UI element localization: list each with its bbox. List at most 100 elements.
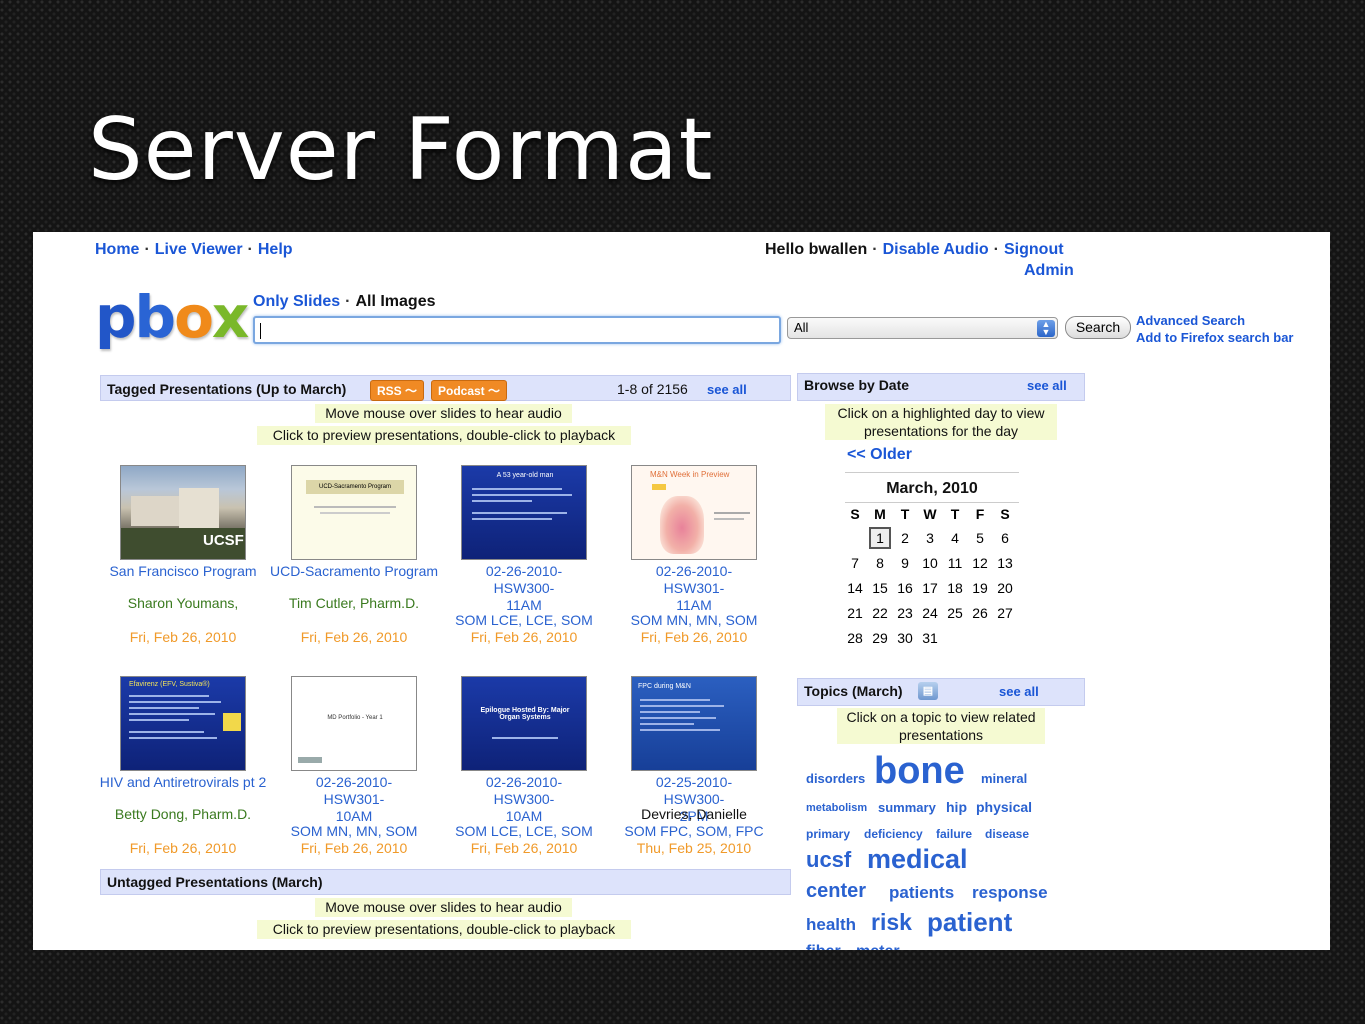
- calendar-day[interactable]: 10: [919, 555, 941, 571]
- topic-tag[interactable]: medical: [867, 844, 968, 875]
- topic-tag[interactable]: fiber: [806, 943, 841, 950]
- only-slides-link[interactable]: Only Slides: [253, 293, 340, 310]
- topic-tag[interactable]: summary: [878, 800, 936, 815]
- item-title[interactable]: San Francisco Program: [98, 563, 268, 580]
- advanced-search-link[interactable]: Advanced Search: [1136, 313, 1245, 328]
- thumbnail-hiv-antiretrovirals[interactable]: Efavirenz (EFV, Sustiva®): [120, 676, 246, 771]
- topic-tag[interactable]: metabolism: [806, 802, 867, 814]
- thumbnail-hsw300-2pm[interactable]: FPC during M&N: [631, 676, 757, 771]
- topic-tag[interactable]: response: [972, 883, 1048, 903]
- calendar-day[interactable]: 13: [994, 555, 1016, 571]
- search-button[interactable]: Search: [1065, 316, 1131, 339]
- calendar-day[interactable]: 26: [969, 605, 991, 621]
- calendar-day[interactable]: 11: [944, 555, 966, 571]
- item-tags[interactable]: SOM MN, MN, SOM: [269, 823, 439, 840]
- item-title[interactable]: UCD-Sacramento Program: [269, 563, 439, 580]
- thumb-line: [472, 518, 552, 520]
- topics-header: Topics (March) ▤ see all: [797, 678, 1085, 706]
- topic-tag[interactable]: risk: [871, 909, 912, 936]
- calendar-day[interactable]: 6: [994, 530, 1016, 546]
- thumbnail-san-francisco[interactable]: UCSF: [120, 465, 246, 560]
- calendar-day[interactable]: 9: [894, 555, 916, 571]
- topic-tag[interactable]: physical: [976, 799, 1032, 815]
- item-title[interactable]: 02-26-2010-HSW301-10AM: [269, 774, 439, 825]
- calendar-day[interactable]: 22: [869, 605, 891, 621]
- topic-tag[interactable]: deficiency: [864, 827, 923, 841]
- thumb-text: UCD-Sacramento Program: [306, 480, 404, 494]
- topic-tag[interactable]: primary: [806, 827, 850, 841]
- calendar-day[interactable]: 15: [869, 580, 891, 596]
- item-title[interactable]: 02-26-2010-HSW301-11AM: [609, 563, 779, 614]
- calendar-day[interactable]: 25: [944, 605, 966, 621]
- add-to-firefox-link[interactable]: Add to Firefox search bar: [1136, 330, 1293, 345]
- calendar-day[interactable]: 8: [869, 555, 891, 571]
- topic-tag[interactable]: hip: [946, 799, 967, 815]
- topic-tag[interactable]: disease: [985, 827, 1029, 841]
- calendar-day[interactable]: 29: [869, 630, 891, 646]
- podcast-badge[interactable]: Podcast 〜: [431, 380, 508, 401]
- thumbnail-hsw300-10am[interactable]: Epilogue Hosted By: Major Organ Systems: [461, 676, 587, 771]
- calendar-day[interactable]: 7: [844, 555, 866, 571]
- search-scope-select[interactable]: All ▲ ▼: [787, 317, 1058, 339]
- nav-live-viewer-link[interactable]: Live Viewer: [155, 241, 243, 258]
- topic-tag[interactable]: patients: [889, 883, 954, 903]
- item-tags[interactable]: SOM LCE, LCE, SOM: [439, 823, 609, 840]
- nav-help-link[interactable]: Help: [258, 241, 293, 258]
- topic-tag[interactable]: disorders: [806, 771, 865, 786]
- pbox-logo[interactable]: pbox: [95, 288, 249, 346]
- topic-tag[interactable]: mineral: [981, 771, 1027, 786]
- topic-tag[interactable]: ucsf: [806, 847, 851, 873]
- admin-link[interactable]: Admin: [1024, 262, 1074, 279]
- topics-see-all-link[interactable]: see all: [999, 684, 1039, 699]
- calendar-day[interactable]: 18: [944, 580, 966, 596]
- calendar-day[interactable]: 27: [994, 605, 1016, 621]
- calendar-day[interactable]: 28: [844, 630, 866, 646]
- top-nav: Home · Live Viewer · Help: [95, 241, 293, 259]
- calendar-day[interactable]: 30: [894, 630, 916, 646]
- calendar-day[interactable]: 20: [994, 580, 1016, 596]
- thumbnail-hsw301-11am[interactable]: M&N Week in Preview: [631, 465, 757, 560]
- topic-tag[interactable]: bone: [874, 750, 965, 793]
- calendar-day[interactable]: 5: [969, 530, 991, 546]
- calendar-day[interactable]: 12: [969, 555, 991, 571]
- logo-letter-x: x: [211, 283, 249, 351]
- item-title[interactable]: 02-26-2010-HSW300-10AM: [439, 774, 609, 825]
- topic-tag[interactable]: failure: [936, 827, 972, 841]
- calendar-day[interactable]: 2: [894, 530, 916, 546]
- topic-tag[interactable]: health: [806, 915, 856, 935]
- disable-audio-link[interactable]: Disable Audio: [883, 241, 989, 258]
- item-title[interactable]: HIV and Antiretrovirals pt 2: [98, 774, 268, 791]
- calendar-day-today[interactable]: 1: [869, 527, 891, 549]
- calendar-day[interactable]: 4: [944, 530, 966, 546]
- item-tags[interactable]: SOM MN, MN, SOM: [609, 612, 779, 629]
- rss-badge[interactable]: RSS 〜: [370, 380, 425, 401]
- item-tags[interactable]: SOM LCE, LCE, SOM: [439, 612, 609, 629]
- text-cursor: [260, 323, 261, 339]
- search-input[interactable]: [253, 316, 781, 344]
- calendar-day[interactable]: 24: [919, 605, 941, 621]
- thumbnail-hsw301-10am[interactable]: MD Portfolio - Year 1: [291, 676, 417, 771]
- calendar-day[interactable]: 19: [969, 580, 991, 596]
- calendar-day[interactable]: 31: [919, 630, 941, 646]
- topic-tag[interactable]: meter: [856, 943, 900, 950]
- nav-home-link[interactable]: Home: [95, 241, 139, 258]
- thumb-line: [320, 512, 390, 514]
- thumbnail-hsw300-11am[interactable]: A 53 year-old man: [461, 465, 587, 560]
- calendar-day[interactable]: 16: [894, 580, 916, 596]
- calendar-day[interactable]: 14: [844, 580, 866, 596]
- all-images-option[interactable]: All Images: [355, 293, 435, 310]
- topic-tag[interactable]: patient: [927, 907, 1012, 938]
- item-tags[interactable]: SOM FPC, SOM, FPC: [609, 823, 779, 840]
- signout-link[interactable]: Signout: [1004, 241, 1064, 258]
- item-title[interactable]: 02-26-2010-HSW300-11AM: [439, 563, 609, 614]
- browse-see-all-link[interactable]: see all: [1027, 378, 1067, 393]
- calendar-day[interactable]: 3: [919, 530, 941, 546]
- topic-tag[interactable]: center: [806, 880, 866, 903]
- trash-icon[interactable]: ▤: [918, 682, 938, 700]
- older-link[interactable]: << Older: [847, 446, 912, 464]
- thumbnail-ucd-sacramento[interactable]: UCD-Sacramento Program: [291, 465, 417, 560]
- tagged-see-all-link[interactable]: see all: [707, 382, 747, 397]
- calendar-day[interactable]: 17: [919, 580, 941, 596]
- calendar-day[interactable]: 21: [844, 605, 866, 621]
- calendar-day[interactable]: 23: [894, 605, 916, 621]
